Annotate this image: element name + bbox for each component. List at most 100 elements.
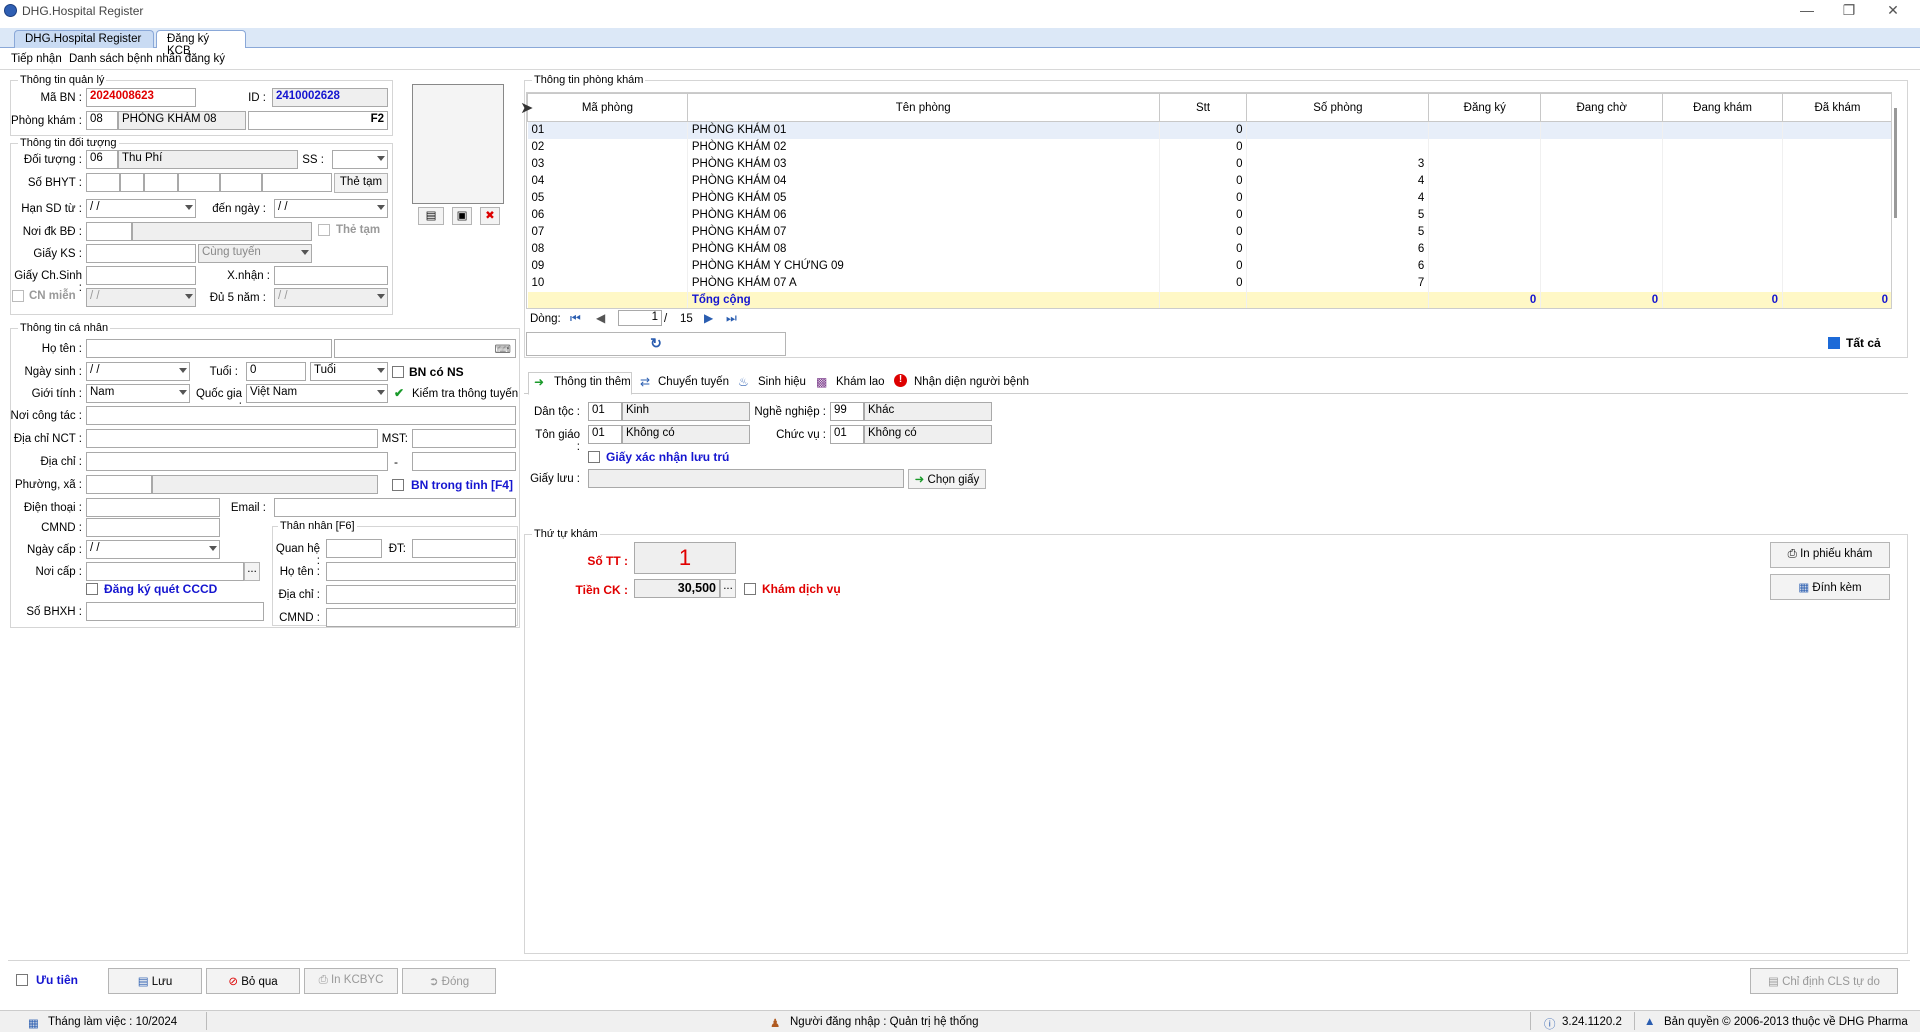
- table-row[interactable]: 04 PHÒNG KHÁM 04 0 4: [527, 172, 1891, 190]
- email-field[interactable]: [274, 498, 516, 517]
- tat-ca-checkbox[interactable]: [1828, 337, 1840, 349]
- keyboard-icon[interactable]: ⌨: [494, 342, 511, 356]
- dia-chi-nct-field[interactable]: [86, 429, 378, 448]
- nghe-nghiep-code[interactable]: 99: [830, 402, 864, 421]
- kham-dv-checkbox[interactable]: [744, 583, 756, 595]
- table-row[interactable]: 06 PHÒNG KHÁM 06 0 5: [527, 206, 1891, 224]
- dong-button[interactable]: ➲ Đóng: [402, 968, 496, 994]
- tn-cmnd-field[interactable]: [326, 608, 516, 627]
- doi-tuong-code[interactable]: 06: [86, 150, 118, 169]
- xnhan-field[interactable]: [274, 266, 388, 285]
- phong-kham-code[interactable]: 08: [86, 111, 118, 130]
- cn-mien-date[interactable]: / /: [86, 288, 196, 307]
- ss-dropdown[interactable]: [332, 150, 388, 169]
- dk-quet-checkbox[interactable]: [86, 583, 98, 595]
- tab-thong-tin-them[interactable]: Thông tin thêm: [554, 376, 631, 388]
- cung-tuyen-dropdown[interactable]: Cùng tuyến: [198, 244, 312, 263]
- browse-photo-icon[interactable]: ▣: [452, 207, 472, 225]
- tab-dang-ky-kcb[interactable]: Đăng ký KCB: [156, 30, 246, 57]
- dt-field[interactable]: [412, 539, 516, 558]
- phuong-xa-code[interactable]: [86, 475, 152, 494]
- ngay-sinh-field[interactable]: / /: [86, 362, 190, 381]
- the-tam-checkbox[interactable]: [318, 224, 330, 236]
- col-so-phong[interactable]: Số phòng: [1246, 93, 1430, 122]
- col-ten-phong[interactable]: Tên phòng: [686, 93, 1160, 122]
- table-row[interactable]: 03 PHÒNG KHÁM 03 0 3: [527, 155, 1891, 173]
- cn-mien-checkbox[interactable]: [12, 290, 24, 302]
- minimize-icon[interactable]: —: [1794, 2, 1820, 18]
- col-da-kham[interactable]: Đã khám: [1782, 93, 1891, 122]
- table-row[interactable]: 08 PHÒNG KHÁM 08 0 6: [527, 240, 1891, 258]
- noi-cap-browse-button[interactable]: ...: [244, 562, 260, 581]
- cmnd-field[interactable]: [86, 518, 220, 537]
- tab-danh-sach[interactable]: Danh sách bệnh nhân đăng ký: [69, 53, 225, 65]
- gioi-tinh-dropdown[interactable]: Nam: [86, 384, 190, 403]
- giay-chsinh-field[interactable]: [86, 266, 196, 285]
- kiem-tra-button[interactable]: Kiểm tra thông tuyến: [412, 388, 518, 400]
- id-field[interactable]: 2410002628: [272, 88, 388, 107]
- tab-kham-lao[interactable]: Khám lao: [836, 376, 885, 388]
- page-input[interactable]: 1: [618, 310, 662, 326]
- dien-thoai-field[interactable]: [86, 498, 220, 517]
- ho-ten-field[interactable]: [86, 339, 332, 358]
- bhyt-seg-6[interactable]: [262, 173, 332, 192]
- bhyt-seg-5[interactable]: [220, 173, 262, 192]
- last-page-icon[interactable]: ⏭: [726, 311, 737, 326]
- col-stt[interactable]: Stt: [1158, 93, 1248, 122]
- tab-tiep-nhan[interactable]: Tiếp nhận: [11, 53, 62, 65]
- col-ma-phong[interactable]: Mã phòng: [527, 93, 688, 122]
- mst-field[interactable]: [412, 429, 516, 448]
- noi-cap-field[interactable]: [86, 562, 244, 581]
- noi-dk-code[interactable]: [86, 222, 132, 241]
- quan-he-field[interactable]: [326, 539, 382, 558]
- bhyt-seg-2[interactable]: [120, 173, 144, 192]
- bhyt-seg-4[interactable]: [178, 173, 220, 192]
- table-row[interactable]: 05 PHÒNG KHÁM 05 0 4: [527, 189, 1891, 207]
- ma-bn-field[interactable]: 2024008623: [86, 88, 196, 107]
- col-dang-kham[interactable]: Đang khám: [1662, 93, 1784, 122]
- tien-ck-browse-button[interactable]: ...: [720, 579, 736, 598]
- bhyt-seg-1[interactable]: [86, 173, 120, 192]
- ho-ten-extra[interactable]: ⌨: [334, 339, 516, 358]
- tab-chuyen-tuyen[interactable]: Chuyển tuyến: [658, 376, 729, 388]
- tuoi-unit-dropdown[interactable]: Tuổi: [310, 362, 388, 381]
- close-icon[interactable]: ✕: [1880, 2, 1906, 19]
- tab-sinh-hieu[interactable]: Sinh hiệu: [758, 376, 806, 388]
- restore-icon[interactable]: ❐: [1836, 2, 1862, 19]
- table-row[interactable]: 02 PHÒNG KHÁM 02 0: [527, 138, 1891, 156]
- so-bhxh-field[interactable]: [86, 602, 264, 621]
- next-page-icon[interactable]: ▶: [704, 311, 713, 325]
- prev-page-icon[interactable]: ◀: [596, 311, 605, 325]
- dia-chi-extra[interactable]: [412, 452, 516, 471]
- in-kcbyc-button[interactable]: ⎙ In KCBYC: [304, 968, 398, 994]
- bn-trong-tinh-checkbox[interactable]: [392, 479, 404, 491]
- tn-ho-ten-field[interactable]: [326, 562, 516, 581]
- du-5-nam-date[interactable]: / /: [274, 288, 388, 307]
- han-sd-to[interactable]: / /: [274, 199, 388, 218]
- the-tam-button[interactable]: Thẻ tạm: [334, 173, 388, 193]
- dia-chi-field[interactable]: [86, 452, 388, 471]
- bo-qua-button[interactable]: ⊘ Bỏ qua: [206, 968, 300, 994]
- quoc-gia-dropdown[interactable]: Việt Nam: [246, 384, 388, 403]
- table-scrollbar[interactable]: [1894, 108, 1897, 218]
- col-dang-ky[interactable]: Đăng ký: [1428, 93, 1542, 122]
- luu-button[interactable]: ▤ Lưu: [108, 968, 202, 994]
- noi-cong-tac-field[interactable]: [86, 406, 516, 425]
- tuoi-field[interactable]: 0: [246, 362, 306, 381]
- camera-icon[interactable]: ▤: [418, 207, 444, 225]
- dan-toc-code[interactable]: 01: [588, 402, 622, 421]
- chon-giay-button[interactable]: ➜ Chọn giấy: [908, 469, 986, 489]
- delete-photo-icon[interactable]: ✖: [480, 207, 500, 225]
- tab-hospital-register[interactable]: DHG.Hospital Register: [14, 30, 154, 48]
- chi-dinh-cls-button[interactable]: ▤ Chỉ định CLS tự do: [1750, 968, 1898, 994]
- dinh-kem-button[interactable]: ▦ Đính kèm: [1770, 574, 1890, 600]
- han-sd-from[interactable]: / /: [86, 199, 196, 218]
- bn-co-ns-checkbox[interactable]: [392, 366, 404, 378]
- in-phieu-kham-button[interactable]: ⎙ In phiếu khám: [1770, 542, 1890, 568]
- giay-ks-field[interactable]: [86, 244, 196, 263]
- chuc-vu-code[interactable]: 01: [830, 425, 864, 444]
- f2-field[interactable]: F2: [248, 111, 388, 130]
- tn-dia-chi-field[interactable]: [326, 585, 516, 604]
- refresh-button[interactable]: ↻: [526, 332, 786, 356]
- table-row[interactable]: 07 PHÒNG KHÁM 07 0 5: [527, 223, 1891, 241]
